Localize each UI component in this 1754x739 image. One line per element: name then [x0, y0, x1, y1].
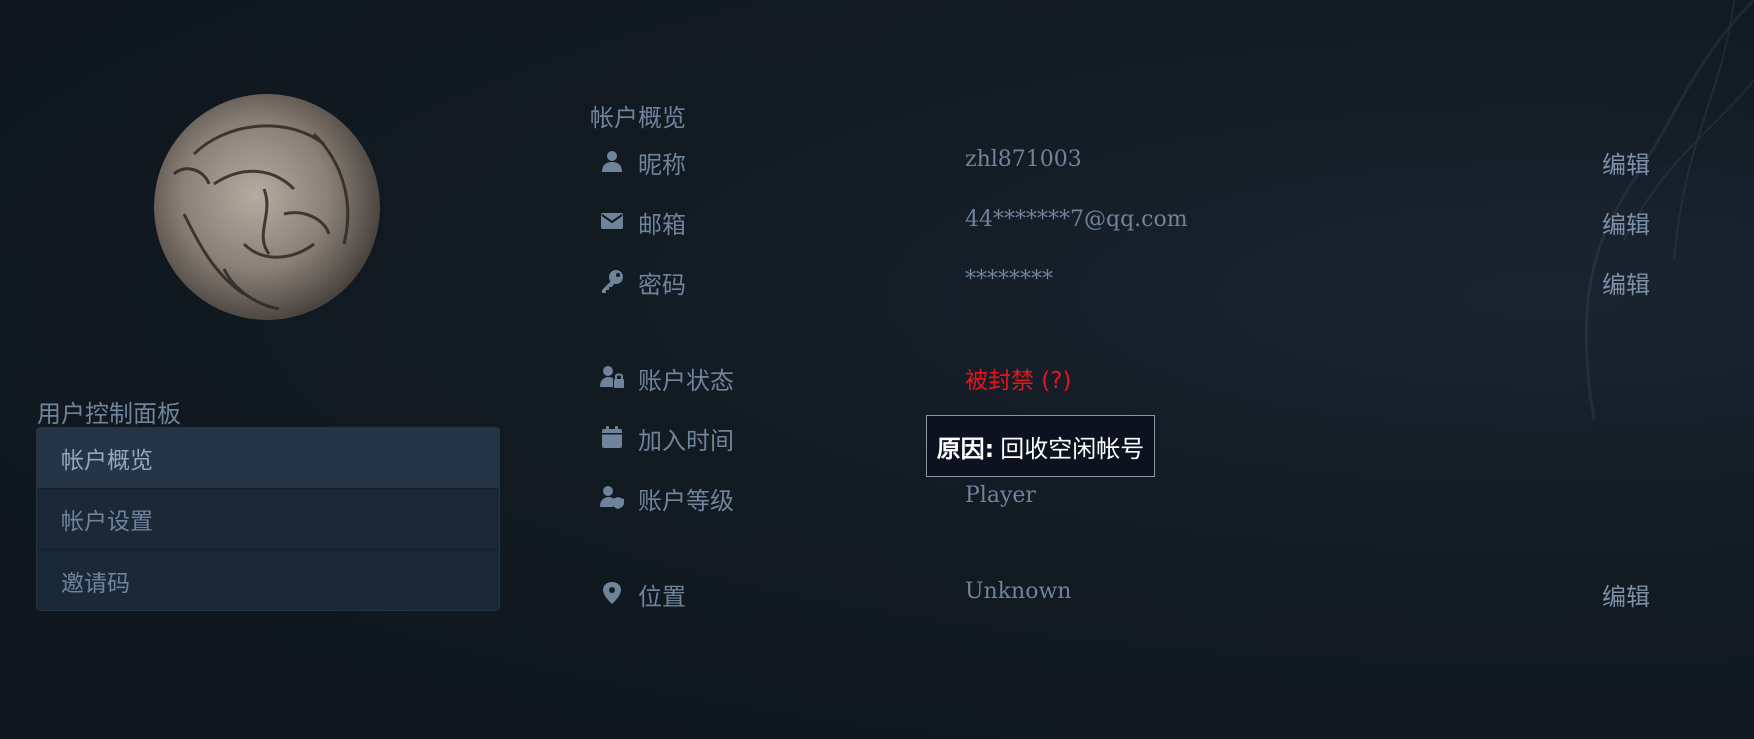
email-row: 邮箱 44*******7@qq.com 编辑	[600, 201, 1660, 241]
tooltip-text: 回收空闲帐号	[1000, 434, 1145, 463]
location-row: 位置 Unknown 编辑	[600, 573, 1660, 613]
envelope-icon	[600, 209, 624, 233]
account-status-value[interactable]: 被封禁 (?)	[965, 361, 1071, 395]
user-shield-icon	[600, 485, 624, 509]
user-lock-icon	[600, 365, 624, 389]
calendar-icon	[600, 425, 624, 449]
sidebar-item-account-settings[interactable]: 帐户设置	[37, 489, 499, 550]
level-label: 账户等级	[638, 487, 734, 515]
level-value: Player	[965, 483, 1036, 508]
section-title: 帐户概览	[590, 104, 686, 132]
sidebar-item-invite-code[interactable]: 邀请码	[37, 550, 499, 610]
password-value: ********	[965, 267, 1053, 292]
sidebar-item-account-overview[interactable]: 帐户概览	[37, 428, 499, 489]
user-icon	[600, 149, 624, 173]
email-value: 44*******7@qq.com	[965, 207, 1188, 232]
key-icon	[600, 269, 624, 293]
sidebar-menu: 帐户概览 帐户设置 邀请码	[36, 427, 500, 611]
password-label: 密码	[638, 271, 686, 299]
nickname-row: 昵称 zhl871003 编辑	[600, 141, 1660, 181]
avatar	[154, 94, 380, 320]
location-value: Unknown	[965, 579, 1072, 604]
edit-email-link[interactable]: 编辑	[1602, 205, 1650, 240]
map-marker-icon	[600, 581, 624, 605]
nickname-value: zhl871003	[965, 147, 1082, 172]
ban-reason-tooltip: 原因: 回收空闲帐号	[926, 415, 1155, 477]
edit-nickname-link[interactable]: 编辑	[1602, 145, 1650, 180]
password-row: 密码 ******** 编辑	[600, 261, 1660, 301]
tooltip-prefix: 原因:	[936, 434, 995, 463]
nickname-label: 昵称	[638, 151, 686, 179]
joined-label: 加入时间	[638, 427, 734, 455]
location-label: 位置	[638, 583, 686, 611]
status-label: 账户状态	[638, 367, 734, 395]
email-label: 邮箱	[638, 211, 686, 239]
edit-location-link[interactable]: 编辑	[1602, 577, 1650, 612]
edit-password-link[interactable]: 编辑	[1602, 265, 1650, 300]
sidebar-title: 用户控制面板	[37, 400, 181, 428]
status-row: 账户状态 被封禁 (?)	[600, 357, 1660, 397]
level-row: 账户等级 Player	[600, 477, 1660, 517]
